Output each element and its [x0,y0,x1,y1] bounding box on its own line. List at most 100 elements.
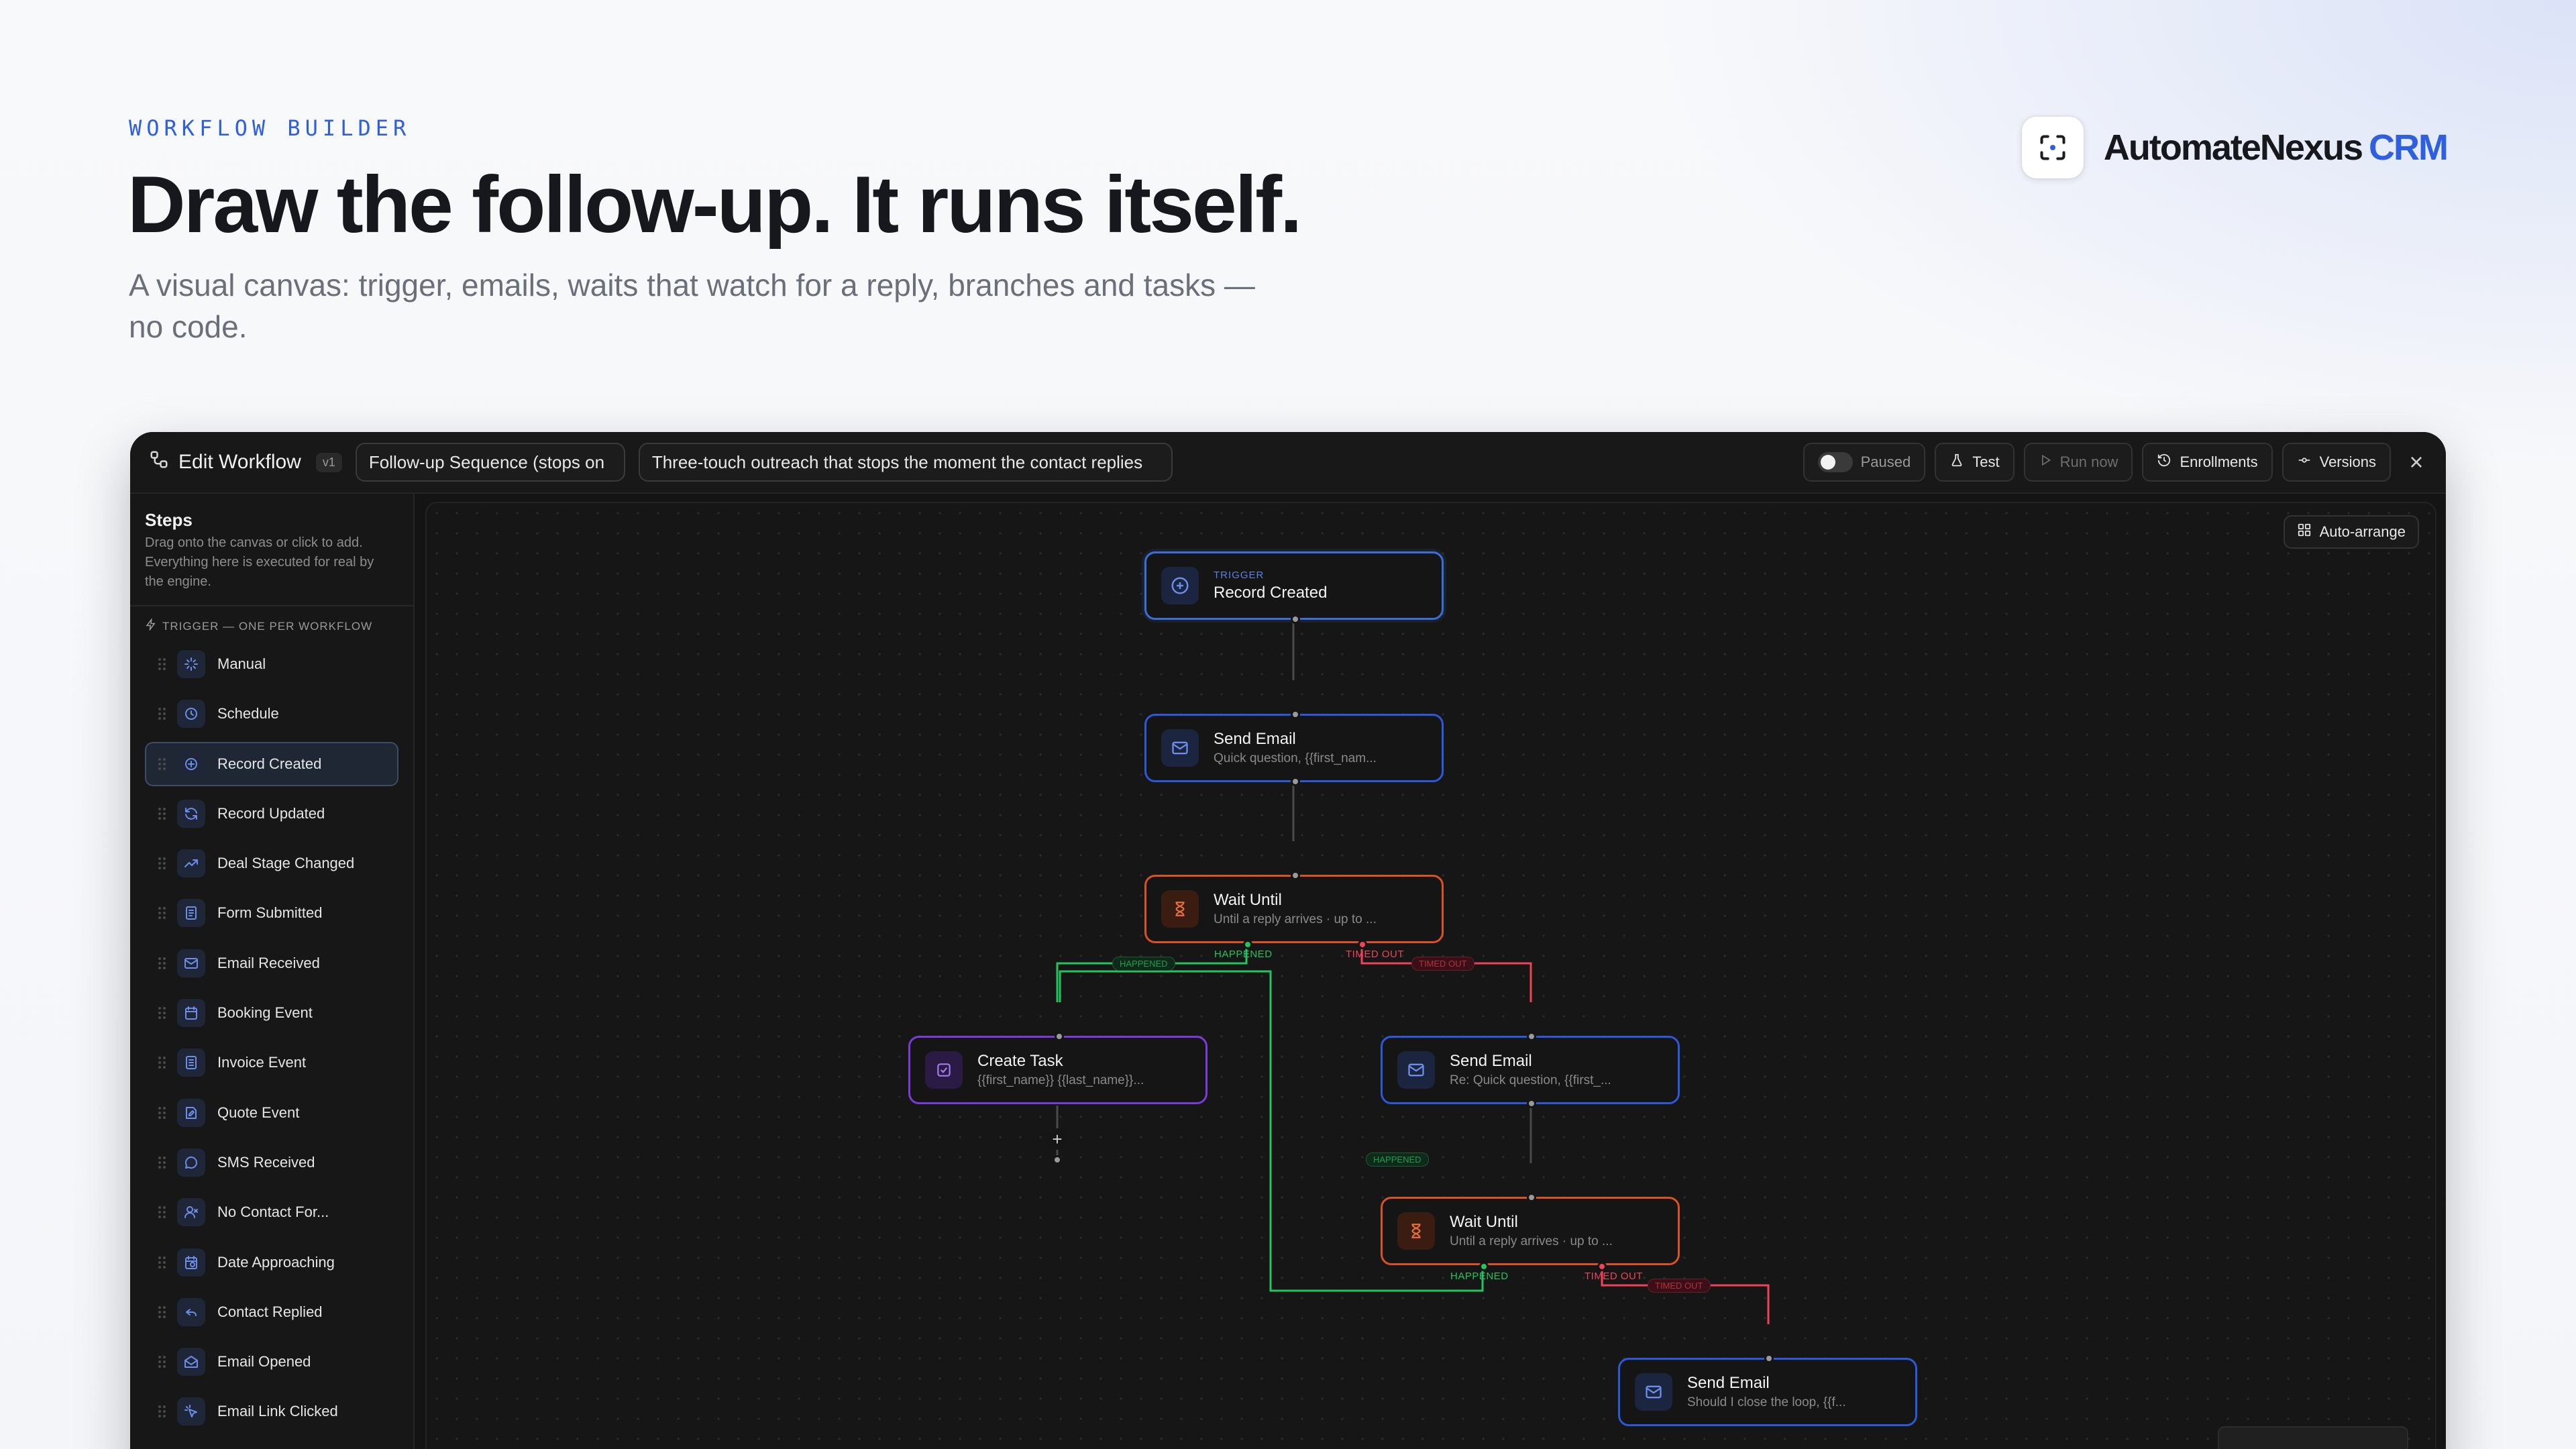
steps-sidebar: Steps Drag onto the canvas or click to a… [130,494,415,1449]
run-now-button[interactable]: Run now [2023,443,2133,482]
sidebar-item-schedule[interactable]: Schedule [145,692,398,736]
mail-icon [177,949,205,977]
status-toggle[interactable]: Paused [1803,443,1926,482]
mail-icon [1397,1051,1435,1089]
plus-circle-icon [177,749,205,778]
node-title: Send Email [1214,730,1296,748]
add-step-button[interactable]: + [1046,1128,1068,1150]
sidebar-item-booking-event[interactable]: Booking Event [145,991,398,1035]
sidebar-item-record-created[interactable]: Record Created [145,741,398,786]
wait-until-node-1[interactable]: Wait Until Until a reply arrives · up to… [1144,871,1444,943]
node-subtitle: Re: Quick question, {{first_... [1450,1073,1611,1087]
edge-pill-timed-out: TIMED OUT [1411,957,1474,971]
input-handle[interactable] [1055,1032,1064,1041]
editor-toolbar: Edit Workflow v1 Follow-up Sequence (sto… [130,432,2446,494]
drag-handle-icon[interactable] [158,658,166,670]
sidebar-item-label: Email Opened [217,1353,311,1371]
send-email-node-3[interactable]: Send Email Should I close the loop, {{f.… [1618,1354,1917,1426]
checkbox-icon [925,1051,963,1089]
timed-out-handle[interactable] [1358,940,1367,949]
workflow-canvas[interactable]: Auto-arrange TRIGGER Record Created Send… [425,502,2436,1449]
trigger-node[interactable]: TRIGGER Record Created [1144,551,1444,624]
output-handle[interactable] [1291,614,1300,624]
sidebar-item-email-received[interactable]: Email Received [145,941,398,985]
send-email-node-2[interactable]: Send Email Re: Quick question, {{first_.… [1381,1032,1680,1108]
trending-up-icon [177,849,205,878]
sidebar-item-label: Record Updated [217,804,325,822]
mail-icon [1635,1373,1672,1411]
sidebar-item-label: Email Received [217,954,320,971]
node-subtitle: Until a reply arrives · up to ... [1450,1234,1613,1248]
sidebar-item-contact-replied[interactable]: Contact Replied [145,1290,398,1334]
drag-handle-icon[interactable] [158,1405,166,1418]
drag-handle-icon[interactable] [158,1156,166,1169]
chat-icon [177,1148,205,1177]
drag-handle-icon[interactable] [158,1007,166,1020]
section-label: TRIGGER — ONE PER WORKFLOW [162,619,373,633]
input-handle[interactable] [1527,1032,1536,1041]
sidebar-item-manual[interactable]: Manual [145,642,398,686]
enrollments-button[interactable]: Enrollments [2142,443,2273,482]
toggle-switch[interactable] [1817,452,1853,472]
node-subtitle: Quick question, {{first_nam... [1214,751,1377,765]
drag-handle-icon[interactable] [158,1206,166,1219]
branch-label-happened: HAPPENED [1450,1271,1509,1282]
happened-handle[interactable] [1243,940,1252,949]
create-task-node[interactable]: Create Task {{first_name}} {{last_name}}… [908,1032,1208,1104]
input-handle[interactable] [1527,1193,1536,1202]
sidebar-item-email-opened[interactable]: Email Opened [145,1340,398,1384]
editor-title-text: Edit Workflow [178,451,301,473]
versions-button[interactable]: Versions [2282,443,2391,482]
drag-handle-icon[interactable] [158,1106,166,1119]
sidebar-item-deal-stage-changed[interactable]: Deal Stage Changed [145,841,398,885]
minimap[interactable] [2218,1426,2408,1449]
play-icon [2039,453,2052,471]
drag-handle-icon[interactable] [158,1057,166,1069]
node-title: Wait Until [1214,891,1282,909]
sidebar-item-sms-received[interactable]: SMS Received [145,1140,398,1185]
node-title: Wait Until [1450,1213,1518,1231]
drag-handle-icon[interactable] [158,807,166,820]
sidebar-item-label: Manual [217,655,266,672]
workflow-description-input[interactable]: Three-touch outreach that stops the mome… [638,443,1173,482]
enrollments-label: Enrollments [2180,453,2258,470]
drag-handle-icon[interactable] [158,907,166,920]
happened-handle[interactable] [1479,1262,1489,1271]
wait-until-node-2[interactable]: Wait Until Until a reply arrives · up to… [1381,1193,1680,1265]
sidebar-item-quote-event[interactable]: Quote Event [145,1091,398,1135]
test-button[interactable]: Test [1935,443,2015,482]
timed-out-handle[interactable] [1597,1262,1607,1271]
close-icon[interactable]: × [2400,448,2432,476]
output-handle[interactable] [1291,777,1300,786]
sidebar-item-date-approaching[interactable]: Date Approaching [145,1240,398,1285]
sidebar-item-record-updated[interactable]: Record Updated [145,792,398,836]
drag-handle-icon[interactable] [158,1305,166,1318]
node-kicker: TRIGGER [1214,569,1265,581]
drag-handle-icon[interactable] [158,1256,166,1269]
sidebar-item-email-link-clicked[interactable]: Email Link Clicked [145,1389,398,1434]
quote-icon [177,1098,205,1127]
edge-pill-happened: HAPPENED [1366,1152,1429,1167]
auto-arrange-button[interactable]: Auto-arrange [2283,515,2419,549]
input-handle[interactable] [1291,710,1300,719]
drag-handle-icon[interactable] [158,708,166,720]
workflow-name-input[interactable]: Follow-up Sequence (stops on [355,443,625,482]
send-email-node-1[interactable]: Send Email Quick question, {{first_nam..… [1144,710,1444,786]
calendar-icon [177,999,205,1028]
status-label: Paused [1860,453,1911,470]
input-handle[interactable] [1764,1354,1774,1363]
bolt-icon [145,617,157,634]
output-handle[interactable] [1053,1155,1062,1165]
plus-circle-icon [1161,567,1199,604]
drag-handle-icon[interactable] [158,957,166,969]
sidebar-item-no-contact-for[interactable]: No Contact For... [145,1190,398,1234]
output-handle[interactable] [1527,1099,1536,1108]
sidebar-item-form-submitted[interactable]: Form Submitted [145,891,398,935]
sidebar-item-invoice-event[interactable]: Invoice Event [145,1040,398,1085]
input-handle[interactable] [1291,871,1300,880]
node-title: Record Created [1214,583,1328,602]
drag-handle-icon[interactable] [158,857,166,870]
drag-handle-icon[interactable] [158,757,166,770]
background-glow [1637,0,2576,470]
drag-handle-icon[interactable] [158,1356,166,1368]
